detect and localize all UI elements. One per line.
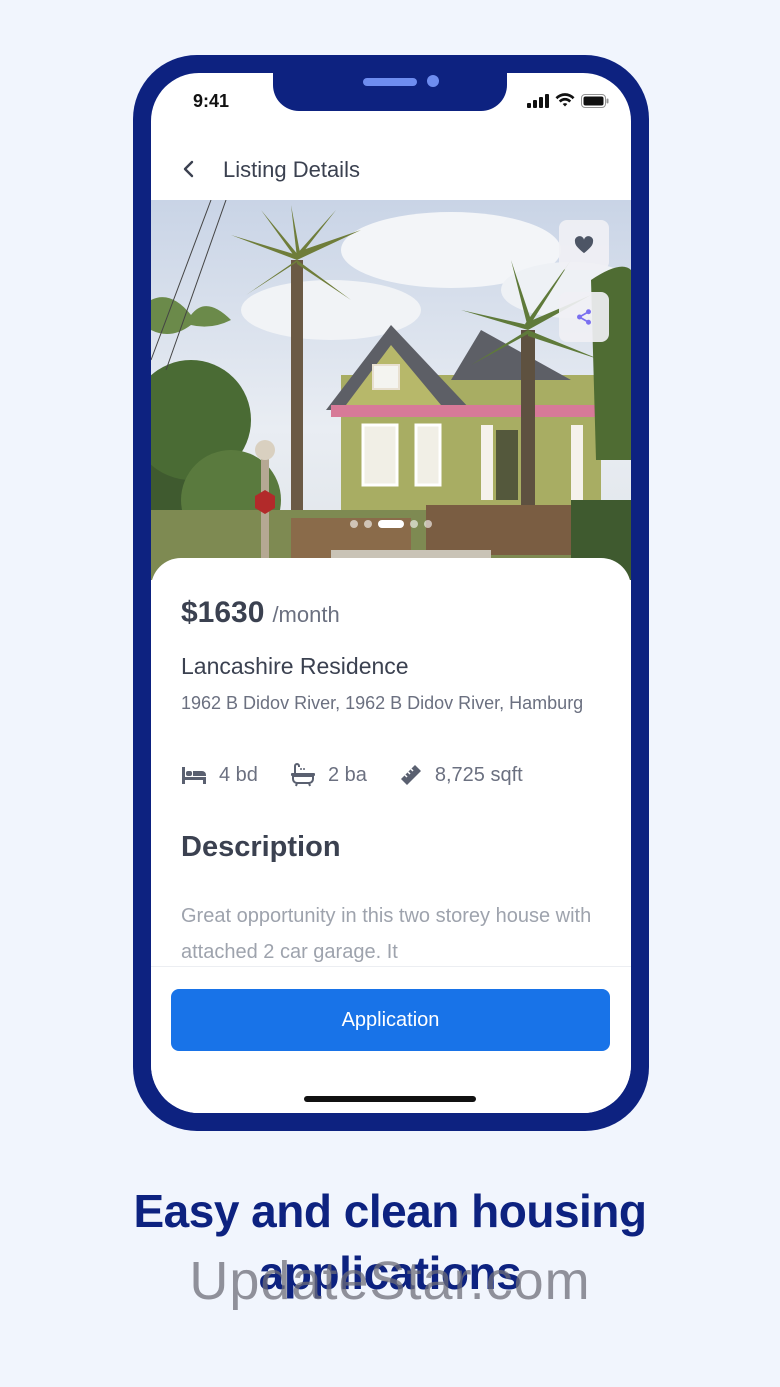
pagination-dot[interactable] bbox=[410, 520, 418, 528]
feature-bedrooms: 4 bd bbox=[181, 764, 258, 787]
app-screen: 9:41 Listing Details $1630 /month Lancas… bbox=[151, 73, 631, 1113]
application-button[interactable]: Application bbox=[171, 989, 610, 1051]
pagination-dot[interactable] bbox=[350, 520, 358, 528]
favorite-button[interactable] bbox=[559, 220, 609, 270]
pagination-dot[interactable] bbox=[364, 520, 372, 528]
pagination-dot[interactable] bbox=[424, 520, 432, 528]
gallery-pagination bbox=[151, 520, 631, 528]
feature-area: 8,725 sqft bbox=[399, 763, 523, 787]
share-icon bbox=[577, 309, 591, 325]
share-button[interactable] bbox=[559, 292, 609, 342]
description-heading: Description bbox=[181, 831, 341, 863]
page-title: Listing Details bbox=[223, 157, 360, 182]
pagination-dot-active[interactable] bbox=[378, 520, 404, 528]
listing-features: 4 bd 2 ba 8,725 sqft bbox=[181, 763, 555, 787]
phone-notch bbox=[273, 73, 507, 111]
feature-label: 8,725 sqft bbox=[434, 763, 523, 786]
description-text: Great opportunity in this two storey hou… bbox=[181, 905, 592, 963]
back-arrow-icon[interactable] bbox=[177, 157, 201, 181]
watermark: UpdateStar.com bbox=[189, 1251, 591, 1311]
price-period: /month bbox=[272, 602, 340, 627]
home-indicator bbox=[304, 1096, 476, 1102]
listing-address: 1962 B Didov River, 1962 B Didov River, … bbox=[181, 693, 584, 713]
feature-label: 4 bd bbox=[219, 763, 258, 786]
feature-bathrooms: 2 ba bbox=[290, 763, 367, 787]
app-header: Listing Details bbox=[151, 145, 631, 205]
listing-info-card: $1630 /month Lancashire Residence 1962 B… bbox=[151, 558, 631, 978]
speaker bbox=[363, 78, 417, 86]
status-time: 9:41 bbox=[193, 91, 230, 111]
battery-icon bbox=[581, 93, 609, 108]
heart-icon bbox=[574, 236, 594, 254]
listing-photo[interactable] bbox=[151, 200, 631, 580]
signal-icon bbox=[527, 93, 549, 108]
listing-name: Lancashire Residence bbox=[181, 653, 409, 679]
status-icons bbox=[527, 93, 609, 108]
wifi-icon bbox=[555, 93, 575, 107]
phone-frame: 9:41 Listing Details $1630 /month Lancas… bbox=[133, 55, 649, 1131]
bathtub-icon bbox=[290, 763, 315, 787]
bed-icon bbox=[182, 767, 206, 784]
front-camera bbox=[427, 75, 439, 87]
price-row: $1630 /month bbox=[181, 596, 340, 630]
bottom-action-bar: Application bbox=[151, 966, 631, 1113]
ruler-icon bbox=[400, 765, 421, 785]
price: $1630 bbox=[181, 596, 265, 629]
feature-label: 2 ba bbox=[327, 763, 367, 786]
